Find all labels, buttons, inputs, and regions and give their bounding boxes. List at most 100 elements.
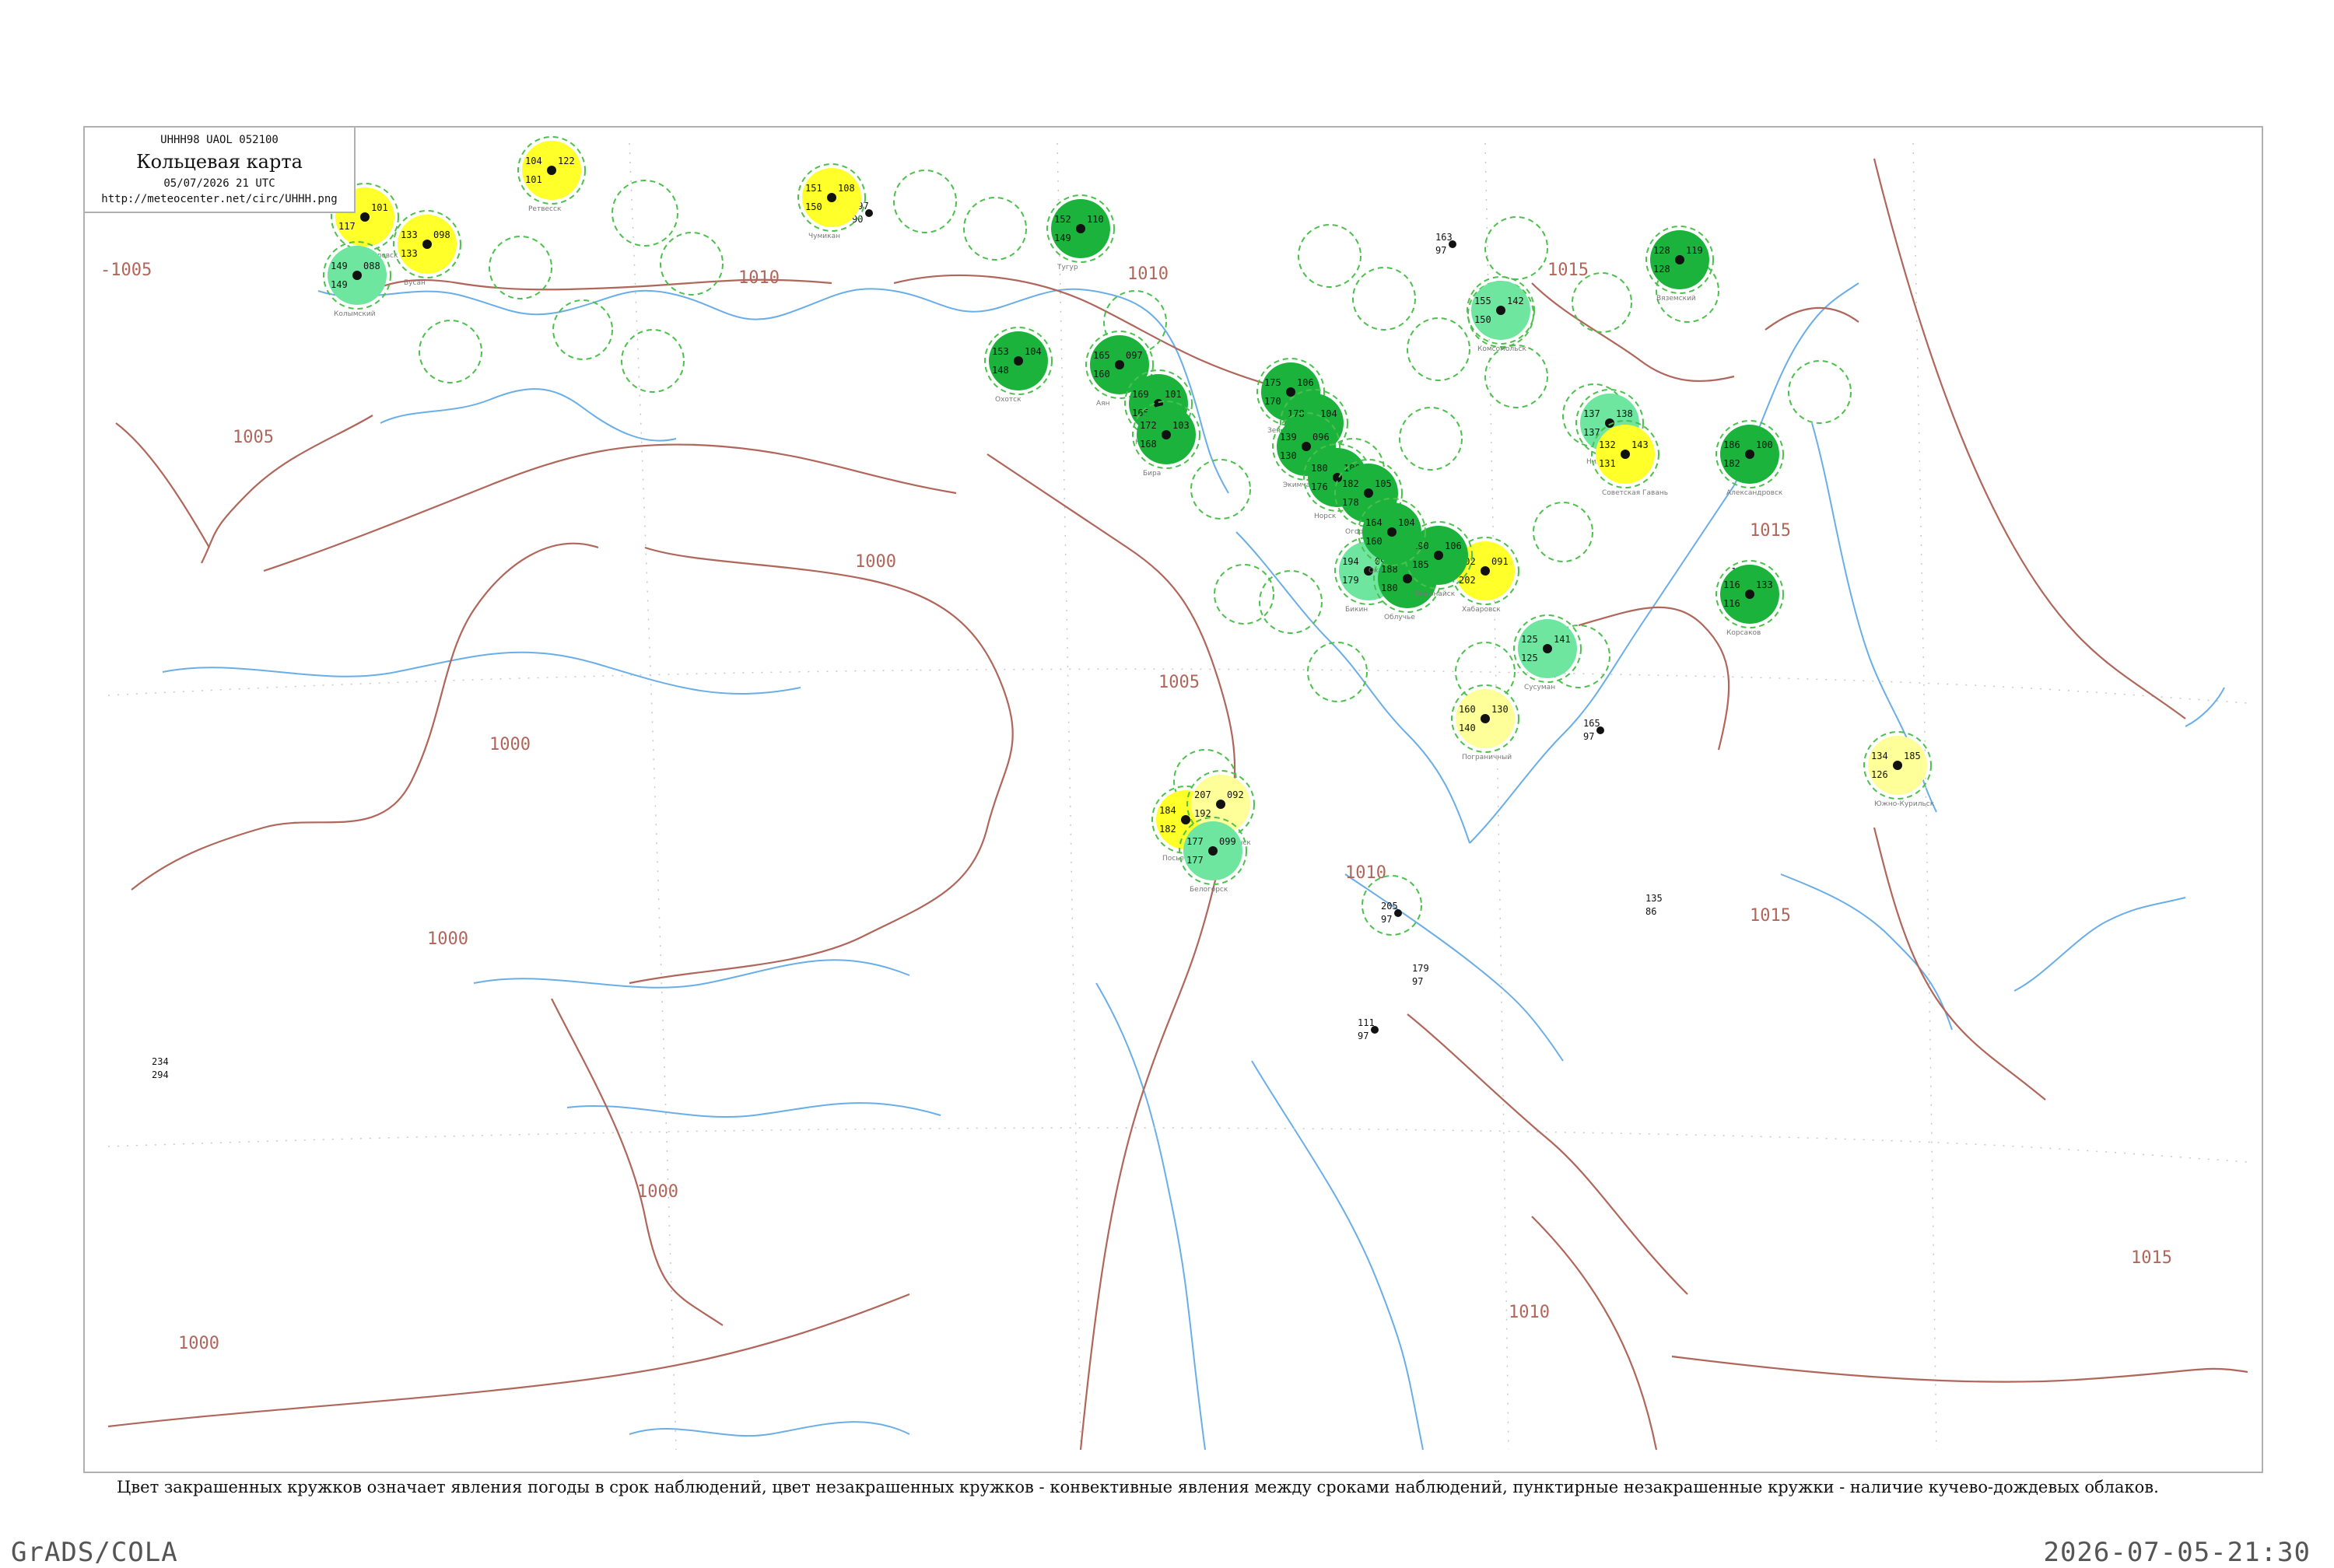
station-name: Чумикан (808, 233, 840, 240)
station-name: Пограничный (1462, 754, 1512, 761)
station-name: Комсомольск (1477, 345, 1526, 353)
station-pressure: 106 (1445, 541, 1462, 551)
station-temp: 153 (992, 346, 1009, 357)
bulletin-code: UHHH98 UAOL 052100 (160, 134, 279, 146)
station-dot (1434, 551, 1443, 560)
station-dewpoint: 125 (1521, 653, 1538, 663)
station-plot[interactable]: 153 104 148 Охотск (984, 327, 1053, 404)
station-pressure: 092 (1227, 789, 1244, 800)
station-dewpoint: 131 (1599, 458, 1616, 469)
station-dewpoint: 160 (1093, 369, 1110, 380)
station-dewpoint: 185 (1412, 559, 1429, 570)
station-plot[interactable]: 134 185 126 Южно-Курильск (1863, 731, 1935, 808)
station-pressure: 103 (1172, 420, 1190, 431)
station-name: Белогорск (1190, 886, 1228, 894)
map-url[interactable]: http://meteocenter.net/circ/UHHH.png (85, 193, 354, 205)
station-dot (1893, 761, 1902, 770)
station-plot[interactable]: 186 100 182 Александровск (1715, 420, 1784, 497)
station-dot (1162, 430, 1171, 439)
station-dot (1076, 224, 1085, 233)
station-pressure: 097 (1126, 350, 1143, 361)
station-pressure: 143 (1631, 439, 1649, 450)
map-title-box: UHHH98 UAOL 052100 Кольцевая карта 05/07… (83, 126, 356, 213)
isobar-label: 1010 (1127, 264, 1169, 284)
footer-timestamp: 2026-07-05-21:30 (2043, 1537, 2311, 1568)
station-name: Аян (1096, 400, 1110, 408)
station-dot (1208, 846, 1218, 856)
station-temp: 139 (1280, 432, 1297, 443)
svg-text:234: 234 (152, 1056, 169, 1067)
station-pressure: 091 (1491, 556, 1509, 567)
station-plot[interactable]: 152 110 149 Тугур (1046, 194, 1115, 271)
station-temp: 207 (1194, 789, 1211, 800)
station-dewpoint: 130 (1280, 450, 1297, 461)
station-dewpoint: 126 (1871, 769, 1888, 780)
station-dewpoint: 180 (1381, 583, 1398, 593)
isobar-label: 1000 (427, 929, 468, 949)
station-dewpoint: 150 (805, 201, 822, 212)
isobar-label: 1010 (738, 268, 780, 288)
station-dot (1216, 800, 1225, 809)
station-plot[interactable]: 116 133 116 Корсаков (1715, 560, 1784, 637)
station-plots: 117101117Петропавловск133098133Бусан1041… (323, 136, 1935, 894)
isobar-label: 1005 (233, 428, 274, 447)
station-plot[interactable]: 151 108 150 Чумикан (797, 163, 866, 240)
station-name: Ретвесск (528, 205, 562, 213)
station-name: Южно-Курильск (1874, 800, 1935, 808)
svg-text:97: 97 (1381, 914, 1392, 925)
station-temp: 184 (1159, 805, 1176, 816)
isobar-labels: 1010 -1005 1005 1010 1015 1000 1000 1005… (100, 261, 2172, 1353)
station-temp: 175 (1264, 377, 1281, 388)
station-dot (1675, 255, 1684, 264)
station-pressure: 104 (1025, 346, 1042, 357)
isobar-label: 1015 (1547, 261, 1589, 280)
station-plot[interactable]: 104 122 101 Ретвесск (517, 136, 586, 213)
station-pressure: 185 (1904, 751, 1921, 761)
station-name: Бусан (404, 279, 426, 287)
station-temp: 182 (1342, 478, 1359, 489)
station-dot (1403, 574, 1412, 583)
station-name: Облучье (1384, 614, 1415, 621)
station-name: Сусуман (1524, 684, 1555, 691)
station-name: Бикин (1345, 606, 1368, 614)
station-dot (1364, 488, 1373, 498)
station-plot[interactable]: 155 142 150 Комсомольск (1467, 276, 1535, 353)
station-dewpoint: 182 (1159, 824, 1176, 835)
station-pressure: 106 (1297, 377, 1314, 388)
station-dewpoint: 128 (1653, 264, 1670, 275)
station-name: Бира (1143, 470, 1161, 478)
isobar-label: 1010 (1345, 863, 1386, 883)
station-pressure: 088 (363, 261, 380, 271)
station-dot (547, 166, 556, 175)
station-dewpoint: 182 (1723, 458, 1740, 469)
svg-text:97: 97 (1412, 976, 1423, 987)
station-dot (1115, 360, 1124, 369)
station-pressure: 101 (1165, 389, 1182, 400)
station-temp: 125 (1521, 634, 1538, 645)
station-temp: 134 (1871, 751, 1888, 761)
station-name: Оха (1369, 567, 1383, 575)
station-dot (1745, 590, 1754, 599)
station-dewpoint: 117 (338, 221, 356, 232)
station-dot (360, 212, 370, 222)
svg-text:205: 205 (1381, 901, 1398, 912)
station-dot (422, 240, 432, 249)
svg-text:163: 163 (1435, 232, 1453, 243)
station-plot[interactable]: 133 098 133 Бусан (393, 210, 461, 287)
station-pressure: 101 (371, 202, 388, 213)
station-plot[interactable]: 125 141 125 Сусуман (1513, 614, 1582, 691)
station-temp: 186 (1723, 439, 1740, 450)
map-title: Кольцевая карта (136, 151, 303, 173)
footer-software: GrADS/COLA (11, 1537, 178, 1568)
station-dewpoint: 149 (331, 279, 348, 290)
station-dot (352, 271, 362, 280)
map-frame: 1010 -1005 1005 1010 1015 1000 1000 1005… (83, 126, 2263, 1473)
station-name: Поронайск (1415, 590, 1456, 598)
station-name: Корсаков (1726, 629, 1761, 637)
station-name: Хабаровск (1462, 606, 1501, 614)
station-plot[interactable]: 160 130 140 Пограничный (1451, 684, 1519, 761)
station-dewpoint: 202 (1459, 575, 1476, 586)
station-pressure: 138 (1616, 408, 1633, 419)
svg-text:97: 97 (1583, 731, 1594, 742)
svg-text:97: 97 (1435, 245, 1446, 256)
